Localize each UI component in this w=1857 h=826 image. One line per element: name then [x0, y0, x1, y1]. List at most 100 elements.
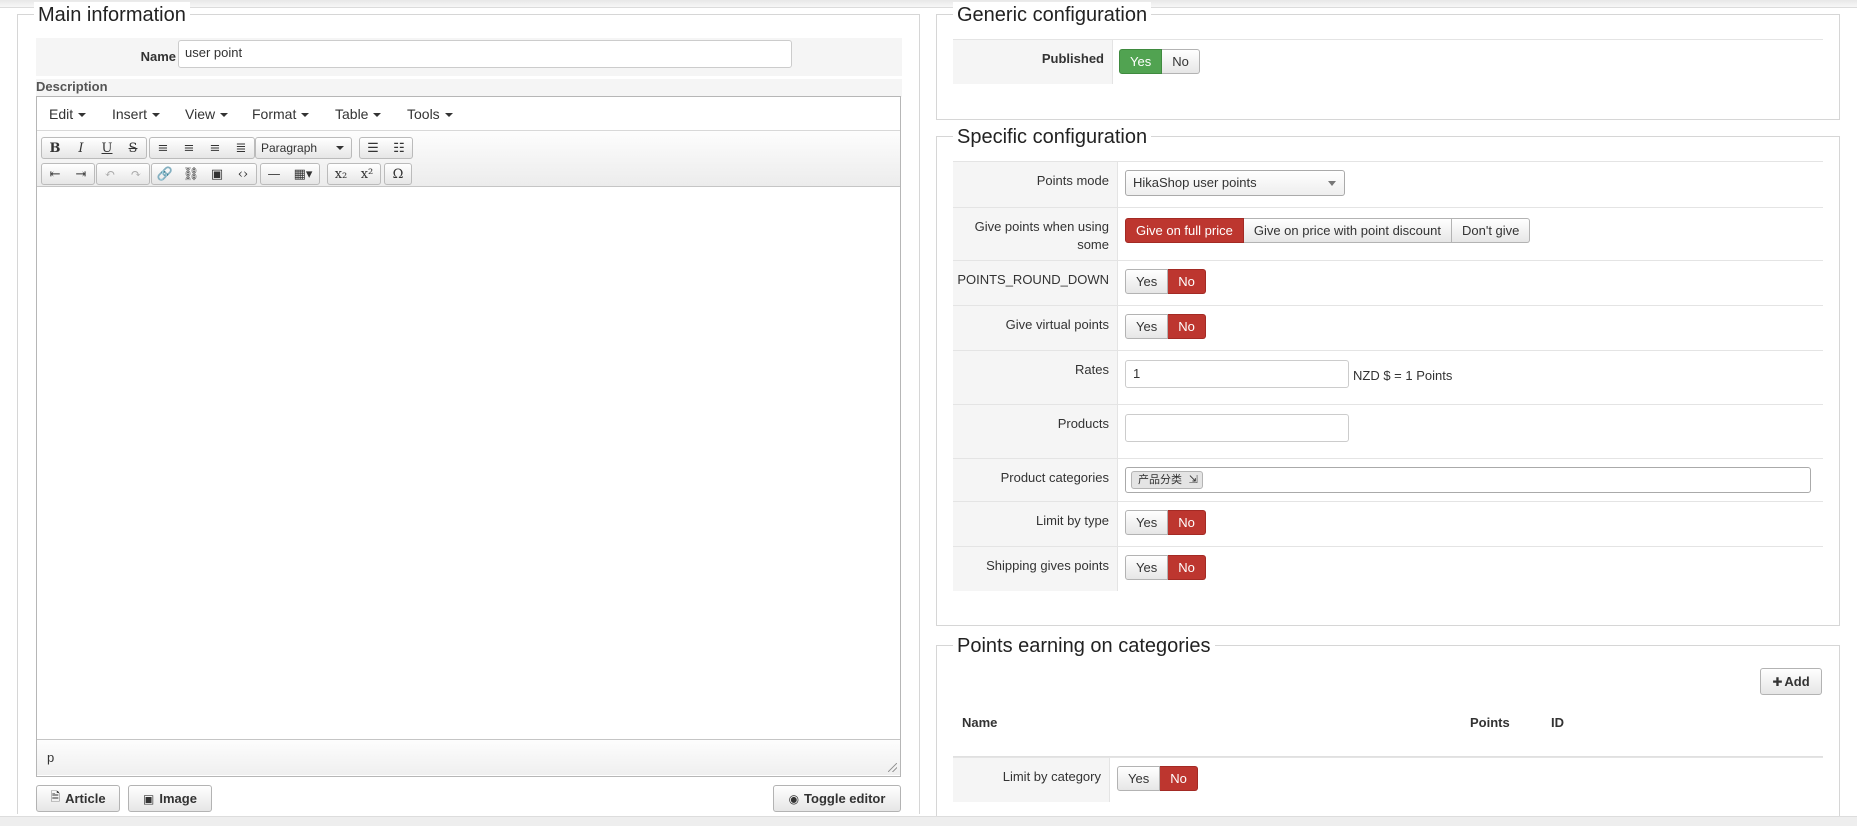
image-button-label: Image [159, 791, 197, 806]
menu-table[interactable]: Table [335, 106, 382, 122]
italic-icon[interactable]: I [68, 138, 94, 158]
give-full-price-button[interactable]: Give on full price [1125, 218, 1244, 243]
give-discount-price-button[interactable]: Give on price with point discount [1243, 218, 1452, 243]
name-input[interactable]: user point [178, 40, 792, 68]
omega-icon[interactable]: Ω [385, 164, 411, 184]
eye-icon: ◉ [788, 791, 800, 806]
underline-icon[interactable]: U [94, 138, 120, 158]
menu-edit[interactable]: Edit [49, 106, 87, 122]
menu-tools-label: Tools [407, 106, 440, 122]
category-chip[interactable]: 产品分类 ⇲ [1131, 471, 1203, 489]
superscript-icon[interactable]: x² [354, 164, 380, 184]
shipping-points-yes-button[interactable]: Yes [1125, 555, 1169, 580]
align-left-icon[interactable]: ≡ [150, 138, 176, 158]
editor-content-area[interactable] [37, 187, 900, 739]
give-points-value: Give on full price Give on price with po… [1125, 208, 1823, 260]
virtual-points-yes-button[interactable]: Yes [1125, 314, 1169, 339]
add-category-button[interactable]: ✚ Add [1760, 668, 1822, 695]
outdent-icon[interactable]: ⇤ [42, 164, 68, 184]
dont-give-button[interactable]: Don't give [1451, 218, 1531, 243]
align-justify-icon[interactable]: ≣ [228, 138, 254, 158]
toggle-editor-button[interactable]: ◉ Toggle editor [773, 785, 901, 812]
script-group: x₂ x² [327, 163, 381, 185]
bottom-bar [0, 816, 1857, 826]
category-chip-label: 产品分类 [1138, 474, 1182, 486]
menu-edit-label: Edit [49, 106, 74, 122]
bold-icon[interactable]: B [42, 138, 68, 158]
article-button[interactable]: 🗎 Article [36, 785, 120, 812]
align-right-icon[interactable]: ≡ [202, 138, 228, 158]
top-bar [0, 0, 1857, 8]
limit-category-toggle: Yes No [1117, 766, 1198, 791]
format-select[interactable]: Paragraph [255, 137, 352, 159]
points-earning-legend: Points earning on categories [953, 633, 1215, 659]
element-path[interactable]: p [47, 750, 54, 765]
limit-category-no-button[interactable]: No [1160, 766, 1198, 791]
menu-insert[interactable]: Insert [112, 106, 161, 122]
round-down-row: POINTS_ROUND_DOWN Yes No [953, 260, 1823, 305]
article-icon: 🗎 [50, 790, 61, 804]
give-points-toggle: Give on full price Give on price with po… [1125, 218, 1531, 243]
menu-format-label: Format [252, 106, 297, 122]
published-value: Yes No [1119, 40, 1823, 84]
menu-view-label: View [185, 106, 216, 122]
virtual-points-value: Yes No [1125, 306, 1823, 350]
products-value [1125, 405, 1823, 458]
horizontal-rule-icon[interactable]: — [261, 164, 287, 184]
shipping-points-row: Shipping gives points Yes No [953, 546, 1823, 591]
shipping-points-no-button[interactable]: No [1168, 555, 1206, 580]
strikethrough-icon[interactable]: S [120, 138, 146, 158]
limit-category-yes-button[interactable]: Yes [1117, 766, 1161, 791]
image-icon[interactable]: ▣ [204, 164, 230, 184]
categories-value: 产品分类 ⇲ [1125, 459, 1823, 501]
special-char-group: Ω [384, 163, 412, 185]
resize-grip-icon[interactable] [888, 763, 897, 772]
plus-icon: ✚ [1772, 674, 1783, 689]
rich-text-editor: Edit Insert View Format Table Tools B I … [36, 96, 901, 777]
table-icon[interactable]: ▦▾ [287, 164, 319, 184]
insert-group: 🔗 ⛓ ▣ ‹› [151, 163, 257, 185]
round-down-no-button[interactable]: No [1168, 269, 1206, 294]
caret-down-icon [444, 113, 453, 118]
caret-down-icon [152, 113, 161, 118]
bullet-list-icon[interactable]: ☰ [360, 138, 386, 158]
remove-chip-icon[interactable]: ⇲ [1189, 472, 1198, 488]
redo-icon[interactable]: ↷ [123, 164, 149, 184]
shipping-points-toggle: Yes No [1125, 555, 1206, 580]
toggle-editor-label: Toggle editor [804, 791, 886, 806]
give-points-label: Give points when using some [953, 208, 1118, 260]
limit-type-yes-button[interactable]: Yes [1125, 510, 1169, 535]
menu-view[interactable]: View [185, 106, 229, 122]
indent-icon[interactable]: ⇥ [68, 164, 94, 184]
products-input[interactable] [1125, 414, 1349, 442]
virtual-points-no-button[interactable]: No [1168, 314, 1206, 339]
limit-type-no-button[interactable]: No [1168, 510, 1206, 535]
published-yes-button[interactable]: Yes [1119, 49, 1163, 74]
round-down-value: Yes No [1125, 261, 1823, 305]
code-icon[interactable]: ‹› [230, 164, 256, 184]
categories-input[interactable]: 产品分类 ⇲ [1125, 467, 1811, 493]
shipping-points-value: Yes No [1125, 547, 1823, 591]
generic-configuration-legend: Generic configuration [953, 2, 1152, 28]
link-icon[interactable]: 🔗 [152, 164, 178, 184]
points-mode-select[interactable]: HikaShop user points [1125, 170, 1345, 196]
menu-tools[interactable]: Tools [407, 106, 453, 122]
subscript-icon[interactable]: x₂ [328, 164, 354, 184]
image-button[interactable]: ▣ Image [128, 785, 212, 812]
rates-input[interactable]: 1 [1125, 360, 1349, 388]
rates-row: Rates 1 NZD $ = 1 Points [953, 350, 1823, 404]
picture-icon: ▣ [143, 791, 155, 806]
caret-down-icon [373, 113, 382, 118]
align-center-icon[interactable]: ≡ [176, 138, 202, 158]
undo-icon[interactable]: ↶ [97, 164, 123, 184]
numbered-list-icon[interactable]: ☷ [386, 138, 412, 158]
published-no-button[interactable]: No [1162, 49, 1200, 74]
editor-statusbar: p [37, 739, 900, 775]
menu-format[interactable]: Format [252, 106, 310, 122]
points-mode-row: Points mode HikaShop user points [953, 161, 1823, 207]
round-down-yes-button[interactable]: Yes [1125, 269, 1169, 294]
round-down-label: POINTS_ROUND_DOWN [953, 261, 1118, 305]
indent-group: ⇤ ⇥ [41, 163, 95, 185]
limit-type-row: Limit by type Yes No [953, 501, 1823, 546]
unlink-icon[interactable]: ⛓ [178, 164, 204, 184]
